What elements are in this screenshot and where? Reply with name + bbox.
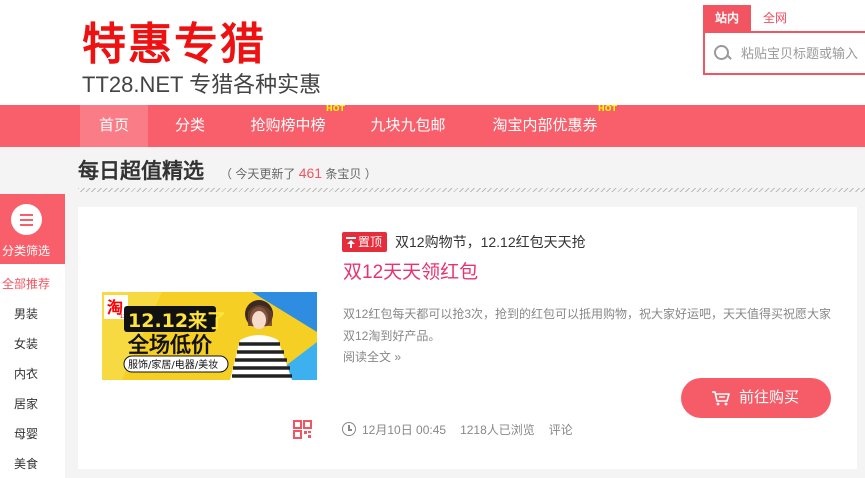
- nav-item-coupons[interactable]: 淘宝内部优惠券 HOT: [482, 104, 616, 147]
- search-input[interactable]: [741, 45, 865, 61]
- nav-item-home[interactable]: 首页: [80, 105, 148, 147]
- nav-item-label: 淘宝内部优惠券: [492, 117, 598, 134]
- sidebar-item-home[interactable]: 居家: [0, 396, 52, 412]
- deal-card: 淘 1212 12.12来了 全场低价 服饰/家居/电器/美妆 置顶 双12购物…: [78, 207, 857, 469]
- nav-item-label: 分类: [174, 117, 205, 134]
- deal-tagline: 双12购物节，12.12红包天天抢: [395, 234, 586, 250]
- clock-icon: [342, 422, 356, 436]
- sidebar-item-underwear[interactable]: 内衣: [0, 366, 52, 382]
- section-title: 每日超值精选: [78, 160, 204, 183]
- sidebar-item-women[interactable]: 女装: [0, 336, 52, 352]
- site-slogan: TT28.NET 专猎各种实惠: [82, 72, 322, 97]
- nav-item-label: 九块九包邮: [370, 117, 446, 134]
- nav-item-category[interactable]: 分类: [160, 105, 220, 147]
- cart-icon: [712, 391, 730, 406]
- search-field: [703, 31, 865, 75]
- banner-line-1: 12.12来了: [128, 310, 226, 332]
- nav-item-label: 首页: [98, 117, 129, 134]
- nav-item-9-9[interactable]: 九块九包邮: [358, 105, 458, 147]
- nav-item-ranking[interactable]: 抢购榜中榜 HOT: [238, 104, 344, 147]
- go-buy-button[interactable]: 前往购买: [681, 378, 831, 418]
- search-tabs: 站内 全网: [703, 5, 865, 31]
- pin-icon: [346, 236, 356, 248]
- hot-badge: HOT: [598, 104, 617, 113]
- header: 特惠专猎 TT28.NET 专猎各种实惠 站内 全网: [0, 0, 865, 105]
- sidebar-item-all[interactable]: 全部推荐: [0, 276, 52, 292]
- deal-description: 双12红包每天都可以抢3次，抢到的红包可以抵用购物，祝大家好运吧，天天值得买祝愿…: [343, 307, 832, 343]
- category-sidebar: 分类筛选 全部推荐 男装 女装 内衣 居家 母婴 美食: [0, 194, 65, 478]
- pinned-label: 置顶: [358, 235, 383, 249]
- update-note-prefix: （ 今天更新了: [220, 167, 296, 181]
- deal-meta: 12月10日 00:45 1218人已浏览 评论: [342, 419, 573, 439]
- sidebar-header[interactable]: 分类筛选: [0, 194, 65, 264]
- tab-site-search[interactable]: 站内: [703, 5, 752, 31]
- read-more-link[interactable]: 阅读全文 »: [343, 347, 401, 367]
- hot-badge: HOT: [326, 104, 345, 113]
- update-count: 461: [298, 165, 323, 181]
- site-logo[interactable]: 特惠专猎: [82, 20, 266, 70]
- search-box: 站内 全网: [703, 5, 865, 75]
- deal-banner-image[interactable]: 淘 1212 12.12来了 全场低价 服饰/家居/电器/美妆: [102, 292, 317, 380]
- banner-line-3: 服饰/家居/电器/美妆: [128, 358, 218, 371]
- update-note: （ 今天更新了 461 条宝贝 ）: [220, 163, 377, 184]
- sidebar-item-men[interactable]: 男装: [0, 306, 52, 322]
- go-buy-label: 前往购买: [739, 389, 800, 406]
- deal-title[interactable]: 双12天天领红包: [343, 259, 478, 287]
- nav-item-label: 抢购榜中榜: [250, 117, 326, 134]
- qr-code-icon[interactable]: [293, 420, 312, 439]
- deal-date: 12月10日 00:45: [362, 422, 447, 437]
- section-divider: [78, 188, 865, 192]
- main-nav: 首页 分类 抢购榜中榜 HOT 九块九包邮 淘宝内部优惠券 HOT: [0, 104, 865, 147]
- pinned-badge: 置顶: [342, 232, 388, 252]
- update-note-suffix: 条宝贝 ）: [325, 167, 377, 181]
- banner-line-2: 全场低价: [127, 333, 213, 357]
- sidebar-item-food[interactable]: 美食: [0, 456, 52, 472]
- sidebar-item-baby[interactable]: 母婴: [0, 426, 52, 442]
- comment-link[interactable]: 评论: [549, 421, 573, 438]
- tab-web-search[interactable]: 全网: [751, 5, 799, 31]
- sidebar-header-label: 分类筛选: [1, 244, 50, 258]
- menu-icon: [11, 204, 42, 235]
- deal-views: 1218人已浏览: [460, 422, 535, 437]
- search-icon[interactable]: [713, 44, 731, 62]
